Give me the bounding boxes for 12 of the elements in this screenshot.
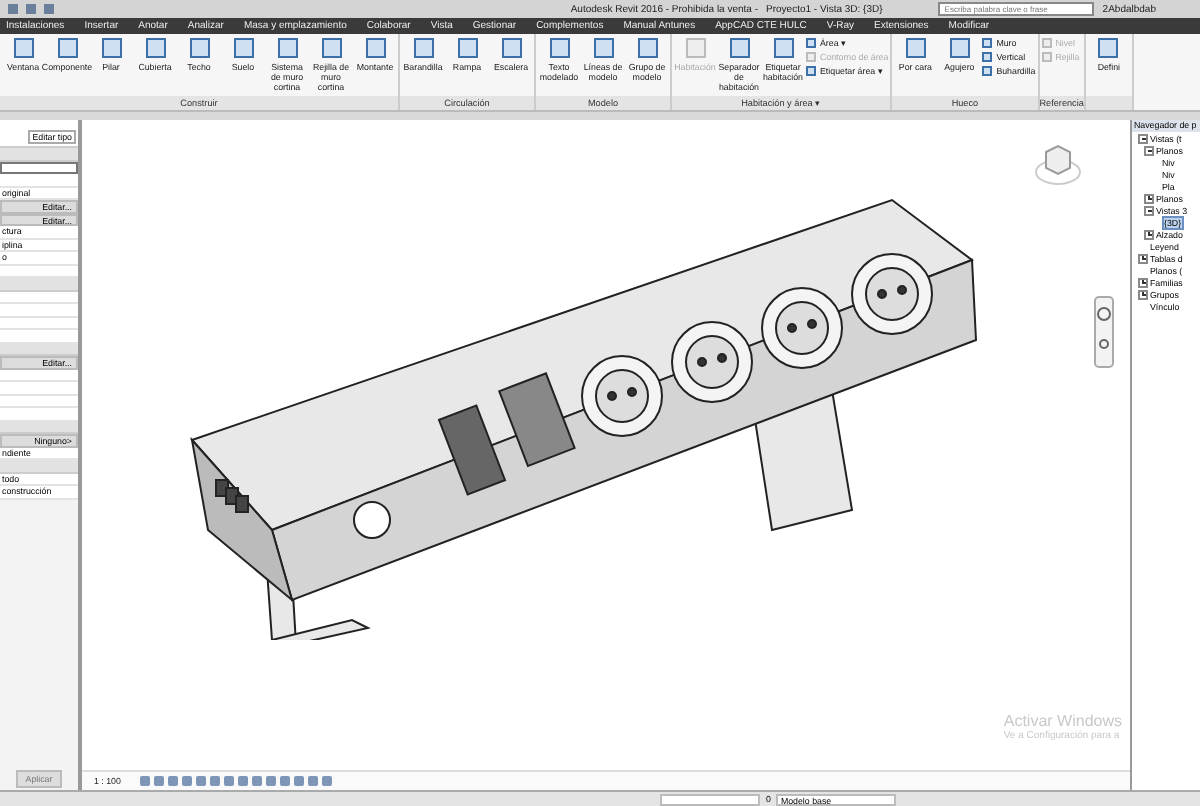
- tree-toggle[interactable]: [1138, 277, 1148, 287]
- tree-toggle[interactable]: [1138, 133, 1148, 143]
- tree-toggle[interactable]: [1138, 253, 1148, 263]
- view-cube-icon[interactable]: [1034, 140, 1082, 188]
- tree-toggle[interactable]: [1144, 205, 1154, 215]
- panel-title: [1085, 96, 1132, 110]
- tree-toggle[interactable]: [1144, 229, 1154, 239]
- navigation-bar-icon[interactable]: [1094, 296, 1114, 368]
- workset-field[interactable]: [660, 793, 760, 805]
- tree-toggle[interactable]: [1144, 193, 1154, 203]
- tree-toggle[interactable]: [1144, 145, 1154, 155]
- tree-toggle[interactable]: [1138, 289, 1148, 299]
